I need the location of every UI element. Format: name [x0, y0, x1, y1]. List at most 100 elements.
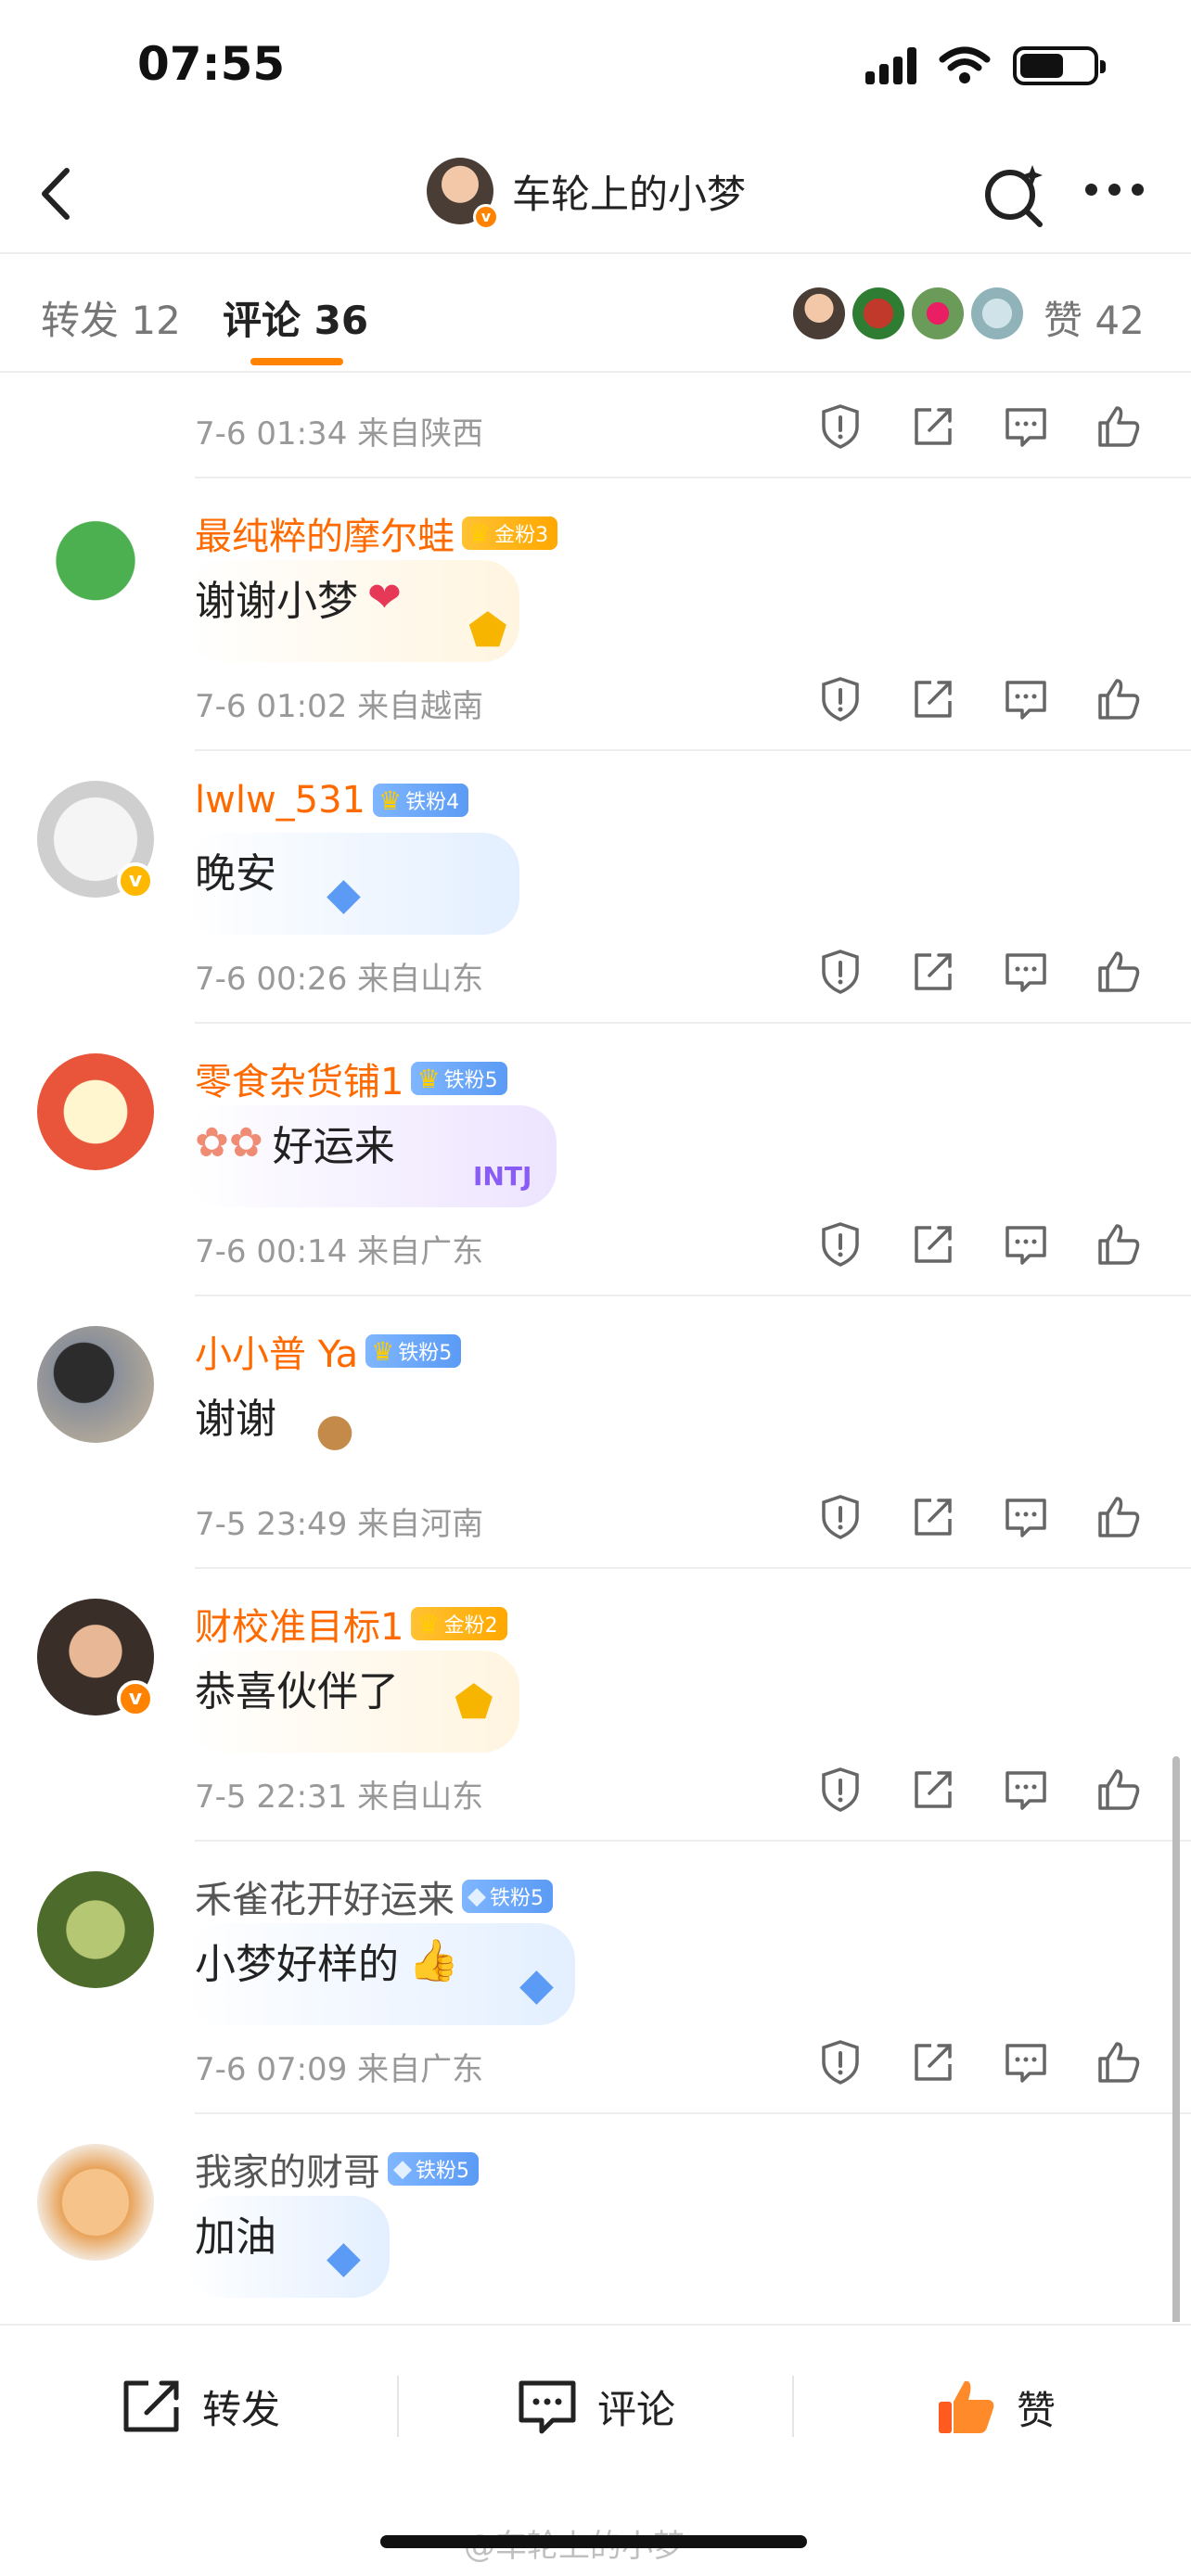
- home-indicator[interactable]: [380, 2535, 807, 2548]
- username[interactable]: 小小普 Ya: [195, 1324, 358, 1378]
- divider: [195, 1840, 1191, 1842]
- username[interactable]: 财校准目标1: [195, 1597, 403, 1651]
- like-icon[interactable]: [1095, 402, 1143, 451]
- report-icon[interactable]: [816, 948, 864, 996]
- scrollbar[interactable]: [1172, 1756, 1180, 2322]
- crown-icon: ♛: [416, 1063, 441, 1094]
- reply-icon[interactable]: [1002, 948, 1050, 996]
- reply-icon[interactable]: [1002, 675, 1050, 723]
- more-icon[interactable]: [1085, 184, 1144, 196]
- share-icon[interactable]: [909, 948, 957, 996]
- report-icon[interactable]: [816, 402, 864, 451]
- reply-icon[interactable]: [1002, 1493, 1050, 1541]
- username[interactable]: lwlw_531: [195, 779, 365, 822]
- tab-likes[interactable]: 赞 42: [1044, 289, 1145, 346]
- comment-item: v lwlw_531 ♛ 铁粉4 晚安 ◆ 7-6 00:26 来自山东: [0, 749, 1191, 1022]
- divider: [195, 1567, 1191, 1569]
- comment-author-line: 我家的财哥 ◆ 铁粉5: [195, 2142, 479, 2196]
- comment-text: 恭喜伙伴了: [195, 1668, 399, 1715]
- fan-badge[interactable]: ♛ 金粉2: [411, 1607, 507, 1640]
- comment-meta: 7-5 22:31 来自山东: [195, 1779, 484, 1816]
- star-badge-icon: ⬟: [468, 605, 507, 657]
- crown-icon: ♛: [378, 784, 403, 816]
- intj-badge-icon: INTJ: [473, 1161, 532, 1192]
- thumbs-up-icon: [939, 2380, 994, 2433]
- report-icon[interactable]: [816, 1766, 864, 1814]
- capybara-sticker-icon: ●: [315, 1404, 354, 1456]
- share-icon[interactable]: [909, 675, 957, 723]
- status-bar: 07:55: [0, 0, 1191, 139]
- comment-author-line: lwlw_531 ♛ 铁粉4: [195, 779, 469, 822]
- comment-icon: [519, 2380, 576, 2434]
- username[interactable]: 禾雀花开好运来: [195, 1869, 455, 1923]
- like-icon[interactable]: [1095, 1766, 1143, 1814]
- comment-author-line: 零食杂货铺1 ♛ 铁粉5: [195, 1052, 507, 1105]
- back-icon[interactable]: [28, 161, 83, 226]
- like-button[interactable]: 赞: [935, 2378, 1056, 2437]
- reply-icon[interactable]: [1002, 1220, 1050, 1269]
- diamond-badge-icon: ◆: [519, 1958, 554, 2010]
- fan-badge[interactable]: ◆ 铁粉5: [388, 2152, 479, 2186]
- tab-repost[interactable]: 转发 12: [41, 289, 181, 346]
- avatar[interactable]: [37, 2144, 154, 2261]
- share-icon[interactable]: [909, 402, 957, 451]
- avatar[interactable]: v: [427, 158, 499, 230]
- report-icon[interactable]: [816, 675, 864, 723]
- username[interactable]: 零食杂货铺1: [195, 1052, 403, 1105]
- comment-actions: [816, 948, 1143, 996]
- avatar[interactable]: [37, 1326, 154, 1443]
- comment-text: 谢谢小梦 ❤: [195, 573, 402, 626]
- verified-icon: v: [117, 1680, 154, 1717]
- avatar[interactable]: [37, 508, 154, 625]
- avatar[interactable]: [37, 1871, 154, 1988]
- header-user[interactable]: v 车轮上的小梦: [427, 158, 746, 230]
- reply-icon[interactable]: [1002, 402, 1050, 451]
- liker-avatars[interactable]: [793, 287, 1023, 339]
- divider: [195, 749, 1191, 751]
- repost-button[interactable]: 转发: [121, 2378, 280, 2435]
- avatar: [852, 287, 904, 339]
- comment-author-line: 财校准目标1 ♛ 金粉2: [195, 1597, 507, 1651]
- sticker-emoji-icon: ✿✿: [195, 1118, 263, 1167]
- like-icon[interactable]: [1095, 948, 1143, 996]
- like-icon[interactable]: [1095, 1220, 1143, 1269]
- comment-item: 小小普 Ya ♛ 铁粉5 谢谢 ● 7-5 23:49 来自河南: [0, 1294, 1191, 1567]
- divider: [195, 2112, 1191, 2114]
- reply-icon[interactable]: [1002, 1766, 1050, 1814]
- comment-author-line: 小小普 Ya ♛ 铁粉5: [195, 1324, 462, 1378]
- report-icon[interactable]: [816, 1220, 864, 1269]
- fan-badge[interactable]: ♛ 铁粉4: [373, 784, 469, 817]
- report-icon[interactable]: [816, 2038, 864, 2086]
- like-icon[interactable]: [1095, 2038, 1143, 2086]
- share-icon[interactable]: [909, 1493, 957, 1541]
- comment-author-line: 禾雀花开好运来 ◆ 铁粉5: [195, 1869, 553, 1923]
- like-icon[interactable]: [1095, 1493, 1143, 1541]
- avatar[interactable]: [37, 1053, 154, 1170]
- like-icon[interactable]: [1095, 675, 1143, 723]
- username[interactable]: 最纯粹的摩尔蛙: [195, 506, 455, 560]
- reply-icon[interactable]: [1002, 2038, 1050, 2086]
- fan-badge[interactable]: ♛ 铁粉5: [411, 1062, 507, 1095]
- divider: [195, 477, 1191, 478]
- bottom-action-bar: 转发 评论 赞 @车轮上的小梦: [0, 2324, 1191, 2576]
- comment-meta: 7-5 23:49 来自河南: [195, 1506, 484, 1543]
- fan-badge[interactable]: ♛ 铁粉5: [365, 1334, 462, 1368]
- share-icon[interactable]: [909, 1766, 957, 1814]
- comment-actions: [816, 675, 1143, 723]
- avatar: [912, 287, 964, 339]
- report-icon[interactable]: [816, 1493, 864, 1541]
- comment-text: 晚安: [195, 850, 276, 898]
- battery-icon: [1013, 46, 1106, 85]
- fan-badge[interactable]: ◆ 铁粉5: [462, 1880, 553, 1913]
- share-icon[interactable]: [909, 1220, 957, 1269]
- username[interactable]: 我家的财哥: [195, 2142, 380, 2196]
- search-icon[interactable]: [979, 159, 1049, 230]
- fan-badge[interactable]: ♛ 金粉3: [462, 516, 558, 550]
- comment-item: 最纯粹的摩尔蛙 ♛ 金粉3 谢谢小梦 ❤ ⬟ 7-6 01:02 来自越南: [0, 477, 1191, 749]
- comment-list: 7-6 01:34 来自陕西 最纯粹的摩尔蛙 ♛ 金粉3 谢谢小梦 ❤ ⬟ 7-6 …: [0, 375, 1191, 2322]
- crown-icon: ♛: [371, 1335, 395, 1367]
- comment-button[interactable]: 评论: [516, 2378, 675, 2435]
- status-icons: [865, 46, 1106, 85]
- tab-comment[interactable]: 评论 36: [223, 289, 368, 346]
- share-icon[interactable]: [909, 2038, 957, 2086]
